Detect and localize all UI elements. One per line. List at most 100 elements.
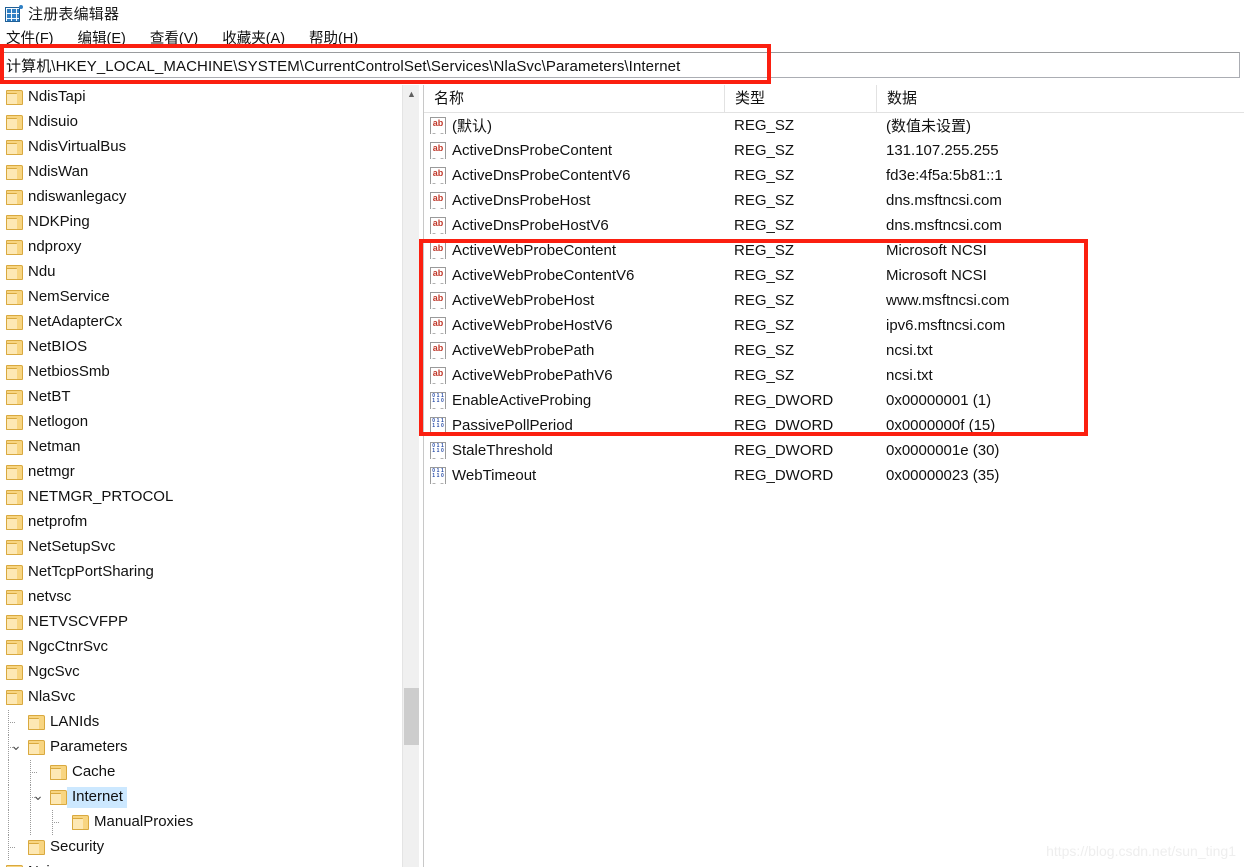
tree-node-security[interactable]: Security [0, 835, 398, 860]
tree-node-netbiossmb[interactable]: NetbiosSmb [0, 360, 398, 385]
registry-editor-icon [5, 4, 23, 22]
value-row[interactable]: 0 1 1 1 1 0 PassivePollPeriod REG_DWORD 0x000000… [424, 413, 1244, 438]
column-header-name[interactable]: 名称 [424, 85, 724, 113]
value-row[interactable]: 0 1 1 1 1 0 EnableActiveProbing REG_DWORD 0x0000… [424, 388, 1244, 413]
tree-expand-chevron-down-icon[interactable]: ⌄ [8, 738, 24, 756]
registry-tree-pane[interactable]: NdisTapi Ndisuio NdisVirtualBus NdisWan ndis… [0, 85, 424, 867]
tree-node-netsetupsvc[interactable]: NetSetupSvc [0, 535, 398, 560]
tree-node-label: NdisVirtualBus [28, 138, 127, 155]
value-row[interactable]: ab ActiveDnsProbeHost REG_SZ dns.msftncsi.c… [424, 188, 1244, 213]
tree-node-label: netmgr [28, 463, 75, 480]
tree-node-netmgr[interactable]: netmgr [0, 460, 398, 485]
value-data-cell: 0x0000001e (30) [886, 442, 1000, 459]
tree-node-lanids[interactable]: LANIds [0, 710, 398, 735]
tree-node-content: NgcSvc [6, 662, 84, 683]
tree-node-label: ndproxy [28, 238, 82, 255]
value-name-label: ActiveWebProbeHost [452, 292, 595, 309]
value-name-label: StaleThreshold [452, 442, 553, 459]
value-row[interactable]: ab ActiveWebProbeContent REG_SZ Microsoft N… [424, 238, 1244, 263]
value-row[interactable]: ab (默认) REG_SZ (数值未设置) [424, 113, 1244, 138]
tree-node-manualproxies[interactable]: ManualProxies [0, 810, 398, 835]
folder-icon [6, 615, 23, 630]
column-header-type[interactable]: 类型 [724, 85, 876, 113]
tree-node-netman[interactable]: Netman [0, 435, 398, 460]
tree-node-ndistapi[interactable]: NdisTapi [0, 85, 398, 110]
tree-node-ngcsvc[interactable]: NgcSvc [0, 660, 398, 685]
value-row[interactable]: ab ActiveWebProbePath REG_SZ ncsi.txt [424, 338, 1244, 363]
tree-node-parameters[interactable]: ⌄ Parameters [0, 735, 398, 760]
value-name-label: ActiveDnsProbeContentV6 [452, 167, 631, 184]
value-data-cell: dns.msftncsi.com [886, 217, 1002, 234]
value-data-cell: www.msftncsi.com [886, 292, 1010, 309]
folder-icon [6, 415, 23, 430]
menu-item-help[interactable]: 帮助(H) [309, 27, 358, 48]
tree-scrollbar-thumb[interactable] [404, 688, 419, 745]
folder-icon [6, 515, 23, 530]
tree-scrollbar[interactable]: ▲ [402, 85, 419, 867]
tree-node-ndu[interactable]: Ndu [0, 260, 398, 285]
value-name-cell: ab ActiveWebProbePath [424, 342, 724, 359]
value-row[interactable]: ab ActiveDnsProbeHostV6 REG_SZ dns.msftncsi… [424, 213, 1244, 238]
tree-node-ndiswan[interactable]: NdisWan [0, 160, 398, 185]
value-row[interactable]: ab ActiveDnsProbeContent REG_SZ 131.107.255… [424, 138, 1244, 163]
tree-node-content: NgcCtnrSvc [6, 637, 112, 658]
value-row[interactable]: 0 1 1 1 1 0 WebTimeout REG_DWORD 0x00000023 (35) [424, 463, 1244, 488]
value-data-cell: dns.msftncsi.com [886, 192, 1002, 209]
tree-node-content: Cache [50, 762, 119, 783]
registry-path-input[interactable]: 计算机\HKEY_LOCAL_MACHINE\SYSTEM\CurrentCon… [2, 52, 1240, 78]
tree-node-nemservice[interactable]: NemService [0, 285, 398, 310]
menu-item-edit[interactable]: 编辑(E) [78, 27, 126, 48]
tree-node-label: Cache [72, 763, 116, 780]
tree-node-content: NdisWan [6, 162, 92, 183]
tree-node-nlasvc[interactable]: ⌄ NlaSvc [0, 685, 398, 710]
value-row[interactable]: ab ActiveWebProbeHostV6 REG_SZ ipv6.msftncs… [424, 313, 1244, 338]
tree-node-cache[interactable]: Cache [0, 760, 398, 785]
registry-tree: NdisTapi Ndisuio NdisVirtualBus NdisWan ndis… [0, 85, 398, 867]
tree-node-nsi[interactable]: Nsi [0, 860, 398, 867]
registry-values-pane[interactable]: 名称 类型 数据 ab (默认) REG_SZ (数值未设置) ab ActiveDnsP… [424, 85, 1244, 867]
tree-node-content: ManualProxies [72, 812, 197, 833]
value-row[interactable]: ab ActiveWebProbeHost REG_SZ www.msftncsi.c… [424, 288, 1244, 313]
value-data-cell: ipv6.msftncsi.com [886, 317, 1006, 334]
tree-node-label: netvsc [28, 588, 72, 605]
main-split: NdisTapi Ndisuio NdisVirtualBus NdisWan ndis… [0, 85, 1244, 867]
tree-node-label: NdisTapi [28, 88, 86, 105]
tree-node-ndisuio[interactable]: Ndisuio [0, 110, 398, 135]
tree-node-ndkping[interactable]: NDKPing [0, 210, 398, 235]
folder-icon [6, 215, 23, 230]
tree-node-netbios[interactable]: NetBIOS [0, 335, 398, 360]
tree-node-content: NetBIOS [6, 337, 91, 358]
tree-node-content: Nsi [6, 862, 54, 867]
tree-node-nettcpportsharing[interactable]: NetTcpPortSharing [0, 560, 398, 585]
menu-item-favorites[interactable]: 收藏夹(A) [222, 27, 285, 48]
tree-expand-chevron-down-icon[interactable]: ⌄ [30, 788, 46, 806]
tree-node-netbt[interactable]: NetBT [0, 385, 398, 410]
tree-elbow-line [52, 822, 60, 823]
value-row[interactable]: ab ActiveWebProbeContentV6 REG_SZ Microsoft… [424, 263, 1244, 288]
tree-node-label: NetSetupSvc [28, 538, 116, 555]
value-row[interactable]: 0 1 1 1 1 0 StaleThreshold REG_DWORD 0x0000001e … [424, 438, 1244, 463]
column-header-data[interactable]: 数据 [876, 85, 1236, 113]
folder-icon [28, 840, 45, 855]
tree-node-content: NetTcpPortSharing [6, 562, 158, 583]
tree-expand-chevron-down-icon[interactable]: ⌄ [0, 690, 2, 706]
tree-node-netmgr-prtocol[interactable]: NETMGR_PRTOCOL [0, 485, 398, 510]
tree-node-internet[interactable]: ⌄ Internet [0, 785, 398, 810]
tree-node-content: Netman [6, 437, 85, 458]
tree-node-ndisvirtualbus[interactable]: NdisVirtualBus [0, 135, 398, 160]
tree-node-netvscvfpp[interactable]: NETVSCVFPP [0, 610, 398, 635]
tree-node-ngcctnrsvc[interactable]: NgcCtnrSvc [0, 635, 398, 660]
menu-item-view[interactable]: 查看(V) [150, 27, 198, 48]
tree-node-netprofm[interactable]: netprofm [0, 510, 398, 535]
tree-node-netlogon[interactable]: Netlogon [0, 410, 398, 435]
scroll-up-arrow-icon[interactable]: ▲ [403, 85, 420, 102]
folder-icon [6, 140, 23, 155]
tree-node-ndproxy[interactable]: ndproxy [0, 235, 398, 260]
tree-node-netvsc[interactable]: netvsc [0, 585, 398, 610]
value-row[interactable]: ab ActiveWebProbePathV6 REG_SZ ncsi.txt [424, 363, 1244, 388]
value-row[interactable]: ab ActiveDnsProbeContentV6 REG_SZ fd3e:4f5a… [424, 163, 1244, 188]
tree-node-netadaptercx[interactable]: NetAdapterCx [0, 310, 398, 335]
tree-node-ndiswanlegacy[interactable]: ndiswanlegacy [0, 185, 398, 210]
menu-item-file[interactable]: 文件(F) [6, 27, 54, 48]
tree-node-content: NetSetupSvc [6, 537, 120, 558]
